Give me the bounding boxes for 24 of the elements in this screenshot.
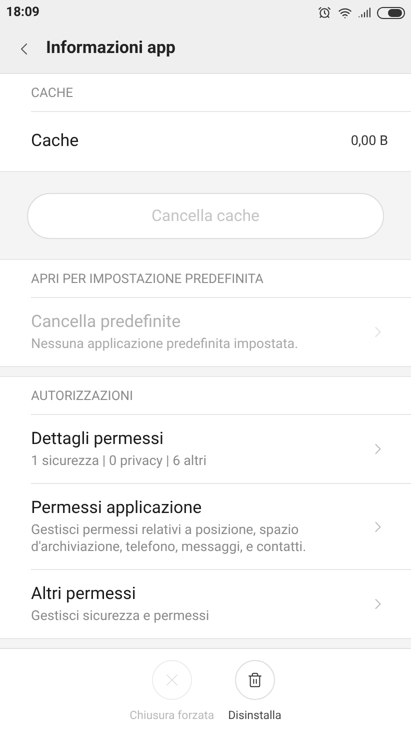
item-title: Altri permessi bbox=[31, 583, 137, 605]
section-heading: AUTORIZZAZIONI bbox=[31, 388, 134, 406]
action-button[interactable]: Disinstalla bbox=[228, 660, 282, 731]
status-time: 18:09 bbox=[6, 4, 40, 22]
wifi-icon bbox=[338, 6, 352, 20]
battery-icon bbox=[377, 6, 405, 18]
item-subtitle: Nessuna applicazione predefinita impostata. bbox=[31, 336, 300, 353]
cache-size: 0,00 B bbox=[350, 132, 388, 152]
item-title: Dettagli permessi bbox=[31, 428, 164, 450]
alarm-icon bbox=[318, 6, 331, 19]
settings-item[interactable]: Altri permessi Gestisci sicurezza e permessi bbox=[31, 570, 411, 638]
settings-item[interactable]: Permessi applicazione Gestisci permessi relativi a posizione, spazio d'archiviazione, telefono, messaggi, e contatti. bbox=[31, 484, 411, 570]
page-title: Informazioni app bbox=[46, 37, 176, 60]
section-heading: CACHE bbox=[31, 85, 74, 103]
settings-item[interactable]: Dettagli permessi 1 sicurezza | 0 privacy | 6 altri bbox=[31, 415, 411, 484]
item-title: Cancella predefinite bbox=[31, 311, 182, 333]
signal-icon bbox=[358, 6, 371, 19]
item-subtitle: 1 sicurezza | 0 privacy | 6 altri bbox=[31, 453, 208, 470]
item-title: Permessi applicazione bbox=[31, 497, 203, 519]
item-subtitle: Gestisci sicurezza e permessi bbox=[31, 608, 210, 625]
section-heading: APRI PER IMPOSTAZIONE PREDEFINITA bbox=[31, 271, 265, 289]
trash-icon bbox=[246, 672, 263, 688]
item-subtitle: Gestisci permessi relativi a posizione, spazio d'archiviazione, telefono, messaggi, e contatti. bbox=[31, 522, 308, 556]
cache-label: Cache bbox=[31, 130, 80, 153]
